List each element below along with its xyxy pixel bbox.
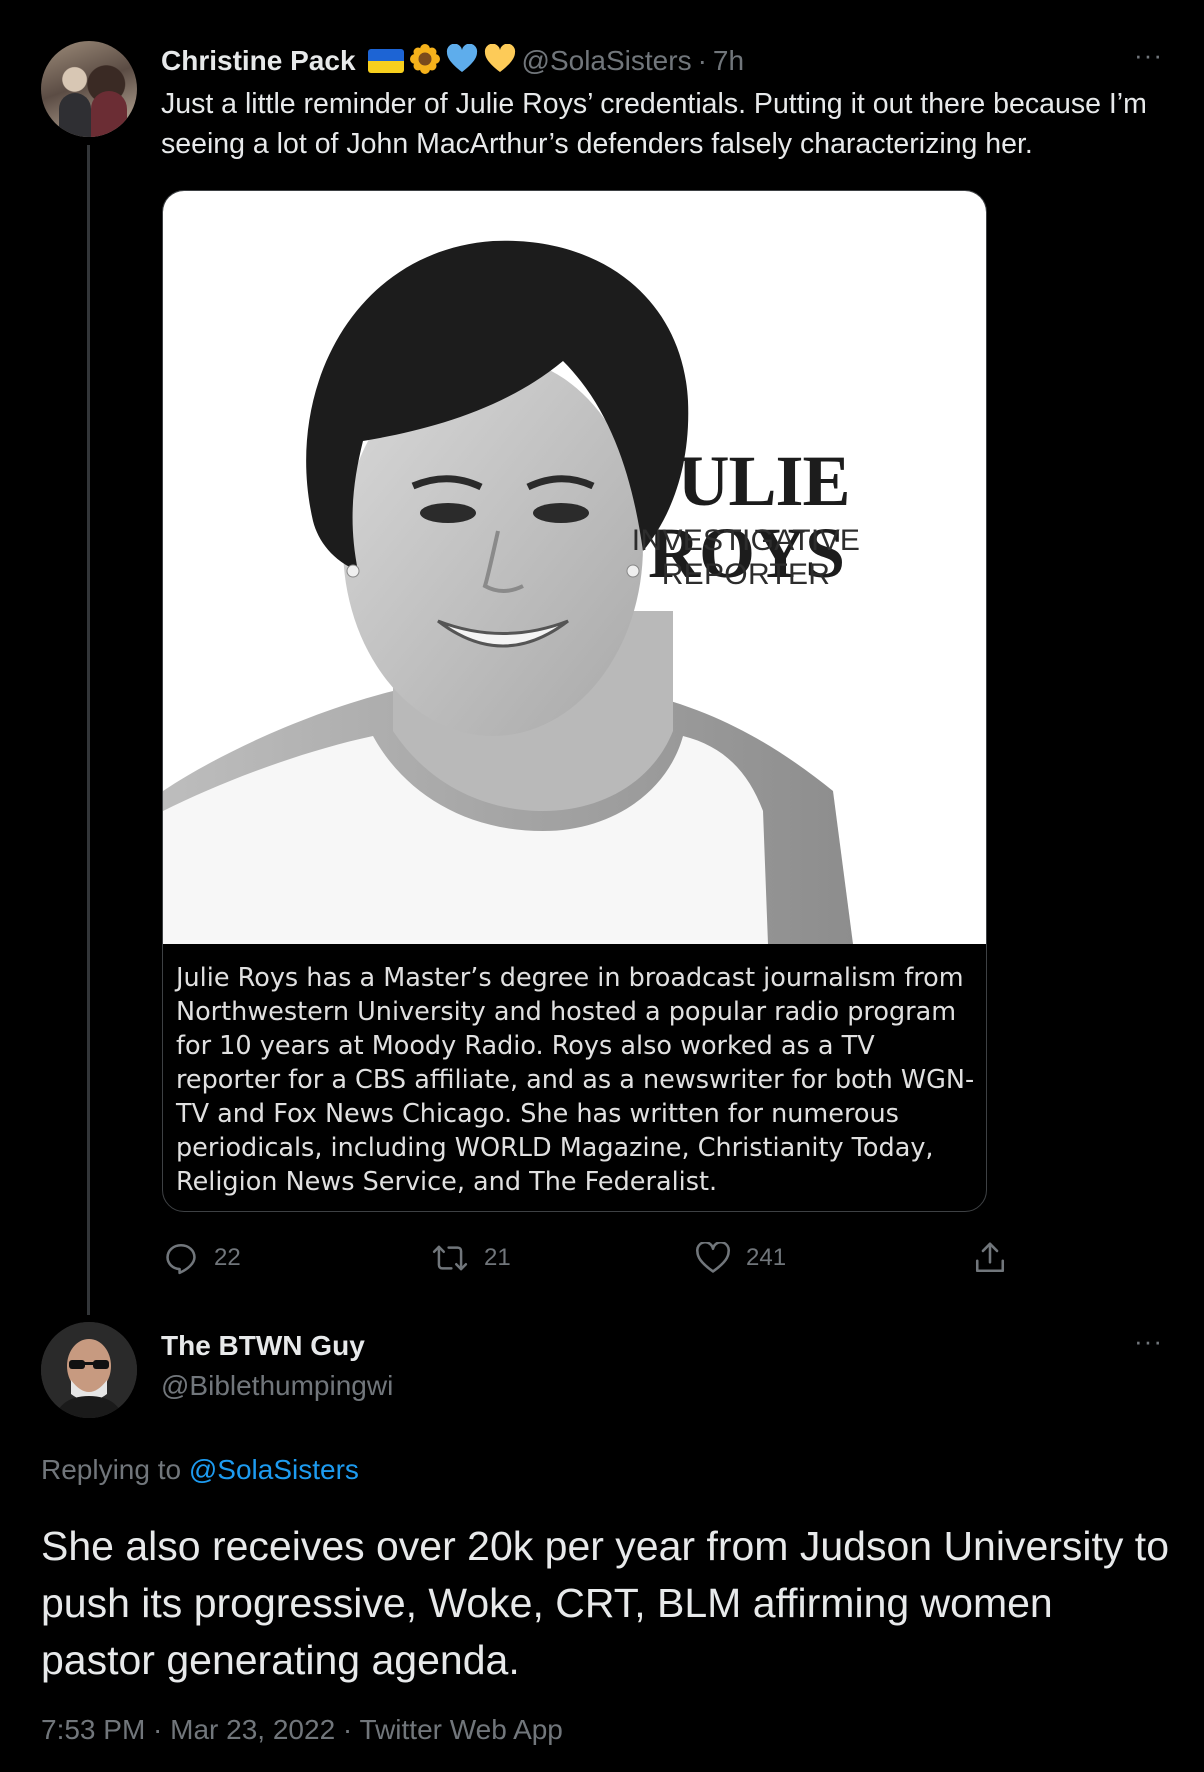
share-button[interactable] — [974, 1240, 1006, 1276]
tweet-thread: Christine Pack @SolaSisters · 7h ··· Jus… — [0, 0, 1204, 1772]
like-button[interactable]: 241 — [696, 1240, 786, 1276]
retweet-button[interactable]: 21 — [432, 1240, 511, 1276]
sunflower-icon — [409, 43, 440, 79]
blue-heart-icon — [446, 43, 478, 79]
author-display-name[interactable]: Christine Pack — [161, 45, 356, 77]
reply-author-avatar[interactable] — [41, 1322, 137, 1418]
more-options-icon[interactable]: ··· — [1134, 40, 1163, 71]
heart-icon — [696, 1242, 730, 1273]
replying-to-prefix: Replying to — [41, 1454, 182, 1485]
reply-header: The BTWN Guy @Biblethumpingwi — [161, 1330, 393, 1402]
ukraine-flag-icon — [367, 49, 404, 73]
replying-to: Replying to @SolaSisters — [41, 1454, 359, 1486]
retweet-count: 21 — [484, 1244, 511, 1271]
yellow-heart-icon — [484, 43, 516, 79]
author-avatar[interactable] — [41, 41, 137, 137]
header-separator: · — [697, 45, 707, 76]
reply-icon — [166, 1243, 196, 1275]
tweet-header: Christine Pack @SolaSisters · 7h — [161, 43, 744, 79]
share-icon — [975, 1242, 1005, 1273]
reply-tweet-text: She also receives over 20k per year from… — [41, 1523, 1170, 1683]
reply-more-options-icon[interactable]: ··· — [1134, 1326, 1163, 1357]
reply-author-display-name[interactable]: The BTWN Guy — [161, 1330, 393, 1366]
tweet-timestamp[interactable]: 7h — [713, 45, 744, 77]
thread-connector-line — [87, 145, 90, 1315]
tweet-media-card[interactable]: JULIE ROYS INVESTIGATIVE REPORTER Julie … — [162, 190, 987, 1212]
media-caption: Julie Roys has a Master’s degree in broa… — [176, 963, 975, 1197]
author-handle[interactable]: @SolaSisters — [522, 45, 692, 77]
reply-timestamp-source[interactable]: 7:53 PM · Mar 23, 2022 · Twitter Web App — [41, 1714, 563, 1746]
reply-author-handle[interactable]: @Biblethumpingwi — [161, 1370, 393, 1402]
reply-button[interactable]: 22 — [164, 1240, 241, 1276]
replying-to-mention[interactable]: @SolaSisters — [189, 1454, 359, 1485]
media-headline-role: INVESTIGATIVE REPORTER — [631, 524, 861, 591]
tweet-text: Just a little reminder of Julie Roys’ cr… — [161, 88, 1147, 160]
like-count: 241 — [746, 1244, 787, 1271]
reply-count: 22 — [214, 1244, 241, 1271]
portrait-image: JULIE ROYS INVESTIGATIVE REPORTER — [163, 191, 986, 944]
retweet-icon — [432, 1245, 468, 1271]
